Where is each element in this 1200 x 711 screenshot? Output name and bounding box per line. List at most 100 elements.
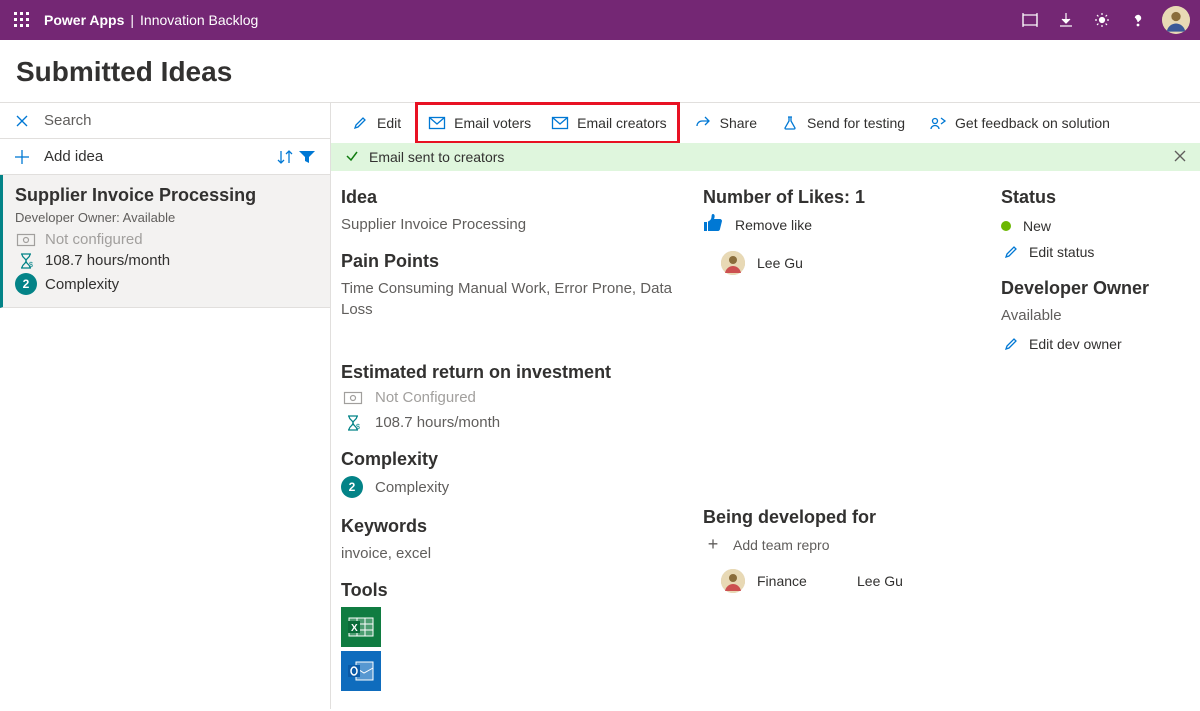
edit-owner-button[interactable]: Edit dev owner — [1001, 336, 1190, 352]
card-owner: Developer Owner: Available — [15, 210, 318, 225]
roi-heading: Estimated return on investment — [341, 362, 685, 383]
card-complexity-row: 2 Complexity — [15, 273, 318, 295]
tools-heading: Tools — [341, 580, 685, 601]
idea-detail: Idea Supplier Invoice Processing Pain Po… — [331, 171, 1200, 709]
pain-heading: Pain Points — [341, 251, 685, 272]
edit-owner-label: Edit dev owner — [1029, 336, 1122, 352]
detail-col-2: Number of Likes: 1 Remove like Lee Gu Be… — [703, 185, 983, 695]
detail-col-3: Status New Edit status Developer Owner A… — [1001, 185, 1190, 695]
card-hours: 108.7 hours/month — [45, 252, 170, 269]
dev-team: Finance — [757, 573, 857, 589]
pencil-icon — [351, 116, 369, 130]
sidebar: Search Add idea Supplier Invoice Process… — [0, 102, 330, 709]
status-value: New — [1023, 218, 1051, 234]
download-icon[interactable] — [1048, 0, 1084, 40]
get-feedback-button[interactable]: Get feedback on solution — [919, 107, 1120, 139]
email-voters-button[interactable]: Email voters — [418, 107, 541, 139]
share-icon — [694, 116, 712, 130]
avatar — [721, 251, 745, 275]
roi-hours: 108.7 hours/month — [375, 414, 500, 431]
send-for-testing-button[interactable]: Send for testing — [771, 107, 915, 139]
status-heading: Status — [1001, 187, 1190, 208]
help-icon[interactable] — [1120, 0, 1156, 40]
app-header: Power Apps | Innovation Backlog — [0, 0, 1200, 40]
svg-text:X: X — [351, 623, 358, 634]
page-title: Submitted Ideas — [0, 40, 1200, 102]
hourglass-icon: $ — [341, 415, 365, 431]
outlook-icon — [341, 651, 381, 691]
app-name-label: Innovation Backlog — [140, 12, 258, 28]
pencil-icon — [1001, 337, 1021, 351]
edit-status-button[interactable]: Edit status — [1001, 244, 1190, 260]
roi-cost-row: Not Configured — [341, 389, 685, 406]
command-bar: Edit Email voters Email creators Share S… — [331, 103, 1200, 143]
liker-row: Lee Gu — [703, 251, 983, 275]
mail-icon — [551, 117, 569, 129]
keywords-heading: Keywords — [341, 516, 685, 537]
success-banner: Email sent to creators — [331, 143, 1200, 171]
idea-value: Supplier Invoice Processing — [341, 214, 685, 235]
close-icon[interactable] — [1174, 149, 1186, 165]
sort-icon[interactable] — [274, 150, 296, 164]
excel-icon: X — [341, 607, 381, 647]
filter-icon[interactable] — [296, 150, 318, 164]
card-cost-row: Not configured — [15, 231, 318, 248]
edit-button[interactable]: Edit — [341, 107, 411, 139]
card-title: Supplier Invoice Processing — [15, 185, 318, 206]
complexity-badge: 2 — [15, 273, 37, 295]
card-complexity: Complexity — [45, 276, 119, 293]
money-icon — [15, 234, 37, 246]
remove-like-label: Remove like — [735, 217, 812, 233]
plus-icon: + — [703, 534, 723, 555]
banner-text: Email sent to creators — [369, 149, 504, 165]
tools-list: X — [341, 607, 685, 691]
plus-icon — [12, 150, 32, 164]
flask-icon — [781, 116, 799, 130]
main-pane: Edit Email voters Email creators Share S… — [330, 102, 1200, 709]
complexity-badge: 2 — [341, 476, 363, 498]
detail-col-1: Idea Supplier Invoice Processing Pain Po… — [341, 185, 685, 695]
add-team-label: Add team repro — [733, 537, 830, 553]
complexity-heading: Complexity — [341, 449, 685, 470]
remove-like-button[interactable]: Remove like — [703, 214, 983, 235]
complexity-row: 2 Complexity — [341, 476, 685, 498]
gear-icon[interactable] — [1084, 0, 1120, 40]
pencil-icon — [1001, 245, 1021, 259]
email-creators-button[interactable]: Email creators — [541, 107, 676, 139]
status-value-row: New — [1001, 218, 1190, 234]
dev-person: Lee Gu — [857, 573, 903, 589]
highlighted-commands: Email voters Email creators — [415, 102, 680, 144]
add-idea-label: Add idea — [44, 148, 103, 165]
clear-icon[interactable] — [12, 115, 32, 127]
avatar — [721, 569, 745, 593]
share-button[interactable]: Share — [684, 107, 767, 139]
idea-card[interactable]: Supplier Invoice Processing Developer Ow… — [0, 175, 330, 308]
keywords-value: invoice, excel — [341, 543, 685, 564]
roi-hours-row: $ 108.7 hours/month — [341, 414, 685, 431]
brand-label: Power Apps — [44, 12, 124, 28]
owner-heading: Developer Owner — [1001, 278, 1190, 299]
waffle-icon[interactable] — [14, 12, 30, 28]
edit-status-label: Edit status — [1029, 244, 1094, 260]
add-idea-row[interactable]: Add idea — [0, 139, 330, 175]
feedback-icon — [929, 116, 947, 130]
dev-for-row: Finance Lee Gu — [703, 569, 983, 593]
search-row[interactable]: Search — [0, 103, 330, 139]
roi-cost: Not Configured — [375, 389, 476, 406]
liker-name: Lee Gu — [757, 255, 803, 271]
status-dot-icon — [1001, 221, 1011, 231]
thumb-up-icon — [703, 214, 723, 235]
card-cost: Not configured — [45, 231, 143, 248]
owner-value: Available — [1001, 305, 1190, 326]
svg-text:$: $ — [29, 262, 33, 269]
hourglass-icon: $ — [15, 253, 37, 269]
fit-icon[interactable] — [1012, 0, 1048, 40]
check-icon — [345, 149, 359, 166]
money-icon — [341, 392, 365, 404]
add-team-button[interactable]: + Add team repro — [703, 534, 983, 555]
svg-text:$: $ — [356, 424, 360, 431]
developed-heading: Being developed for — [703, 507, 983, 528]
user-avatar[interactable] — [1162, 6, 1190, 34]
title-separator: | — [130, 12, 134, 28]
idea-heading: Idea — [341, 187, 685, 208]
